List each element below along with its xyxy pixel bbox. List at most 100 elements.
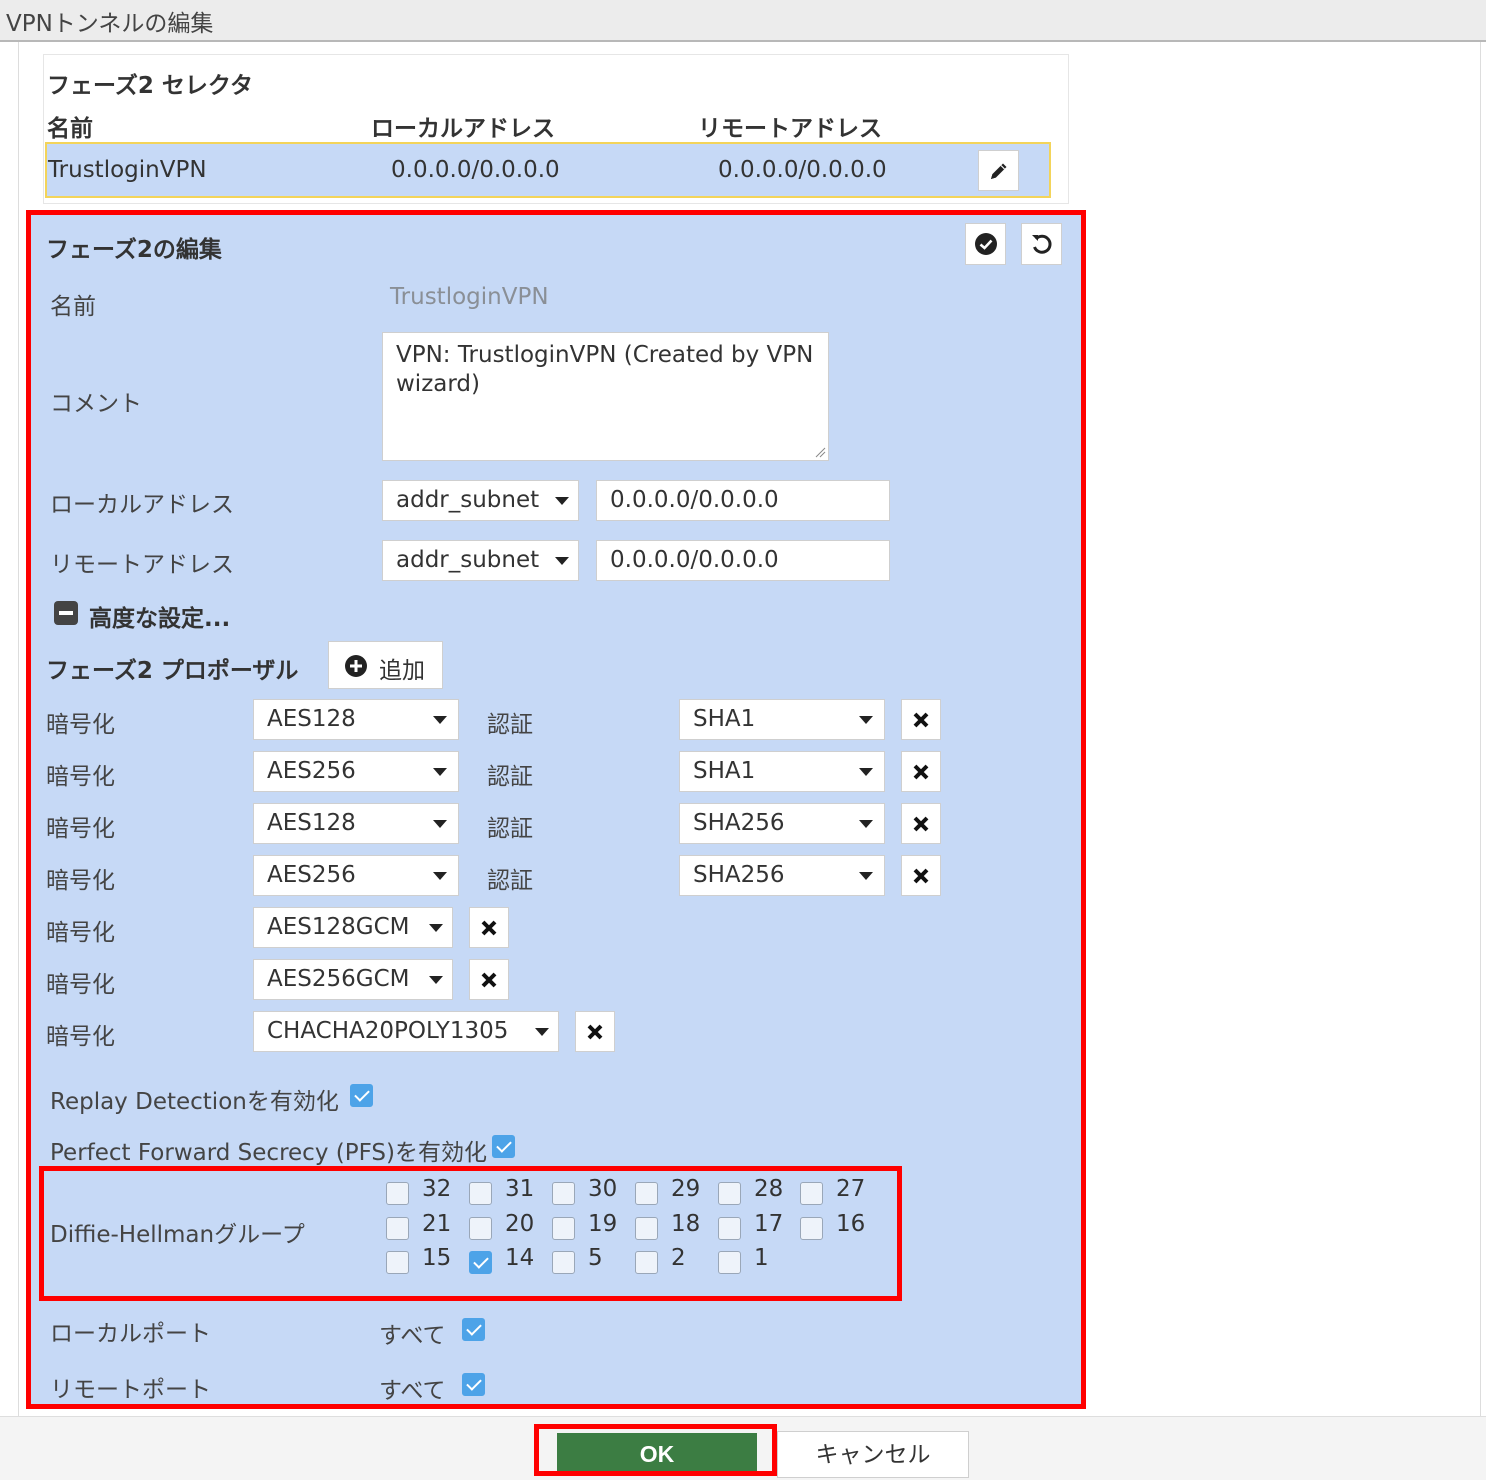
local-address-input[interactable]: 0.0.0.0/0.0.0.0 bbox=[596, 480, 890, 521]
remove-proposal-button[interactable] bbox=[469, 959, 509, 1000]
encryption-select[interactable]: AES256 bbox=[253, 855, 459, 896]
remove-proposal-button[interactable] bbox=[901, 803, 941, 844]
dh-group-checkbox-16[interactable] bbox=[800, 1217, 823, 1240]
remote-address-input[interactable]: 0.0.0.0/0.0.0.0 bbox=[596, 540, 890, 581]
dh-group-checkbox-15[interactable] bbox=[386, 1251, 409, 1274]
add-proposal-button[interactable]: 追加 bbox=[328, 641, 443, 689]
encryption-value: CHACHA20POLY1305 bbox=[267, 1018, 509, 1044]
encryption-label: 暗号化 bbox=[46, 764, 115, 790]
encryption-label: 暗号化 bbox=[46, 1024, 115, 1050]
ok-button[interactable]: OK bbox=[557, 1433, 757, 1475]
remote-port-all-checkbox[interactable] bbox=[462, 1373, 485, 1396]
authentication-select[interactable]: SHA256 bbox=[679, 855, 885, 896]
window-titlebar: VPNトンネルの編集 bbox=[0, 0, 1486, 42]
revert-button[interactable] bbox=[1021, 223, 1062, 265]
chevron-down-icon bbox=[859, 872, 873, 880]
apply-button[interactable] bbox=[965, 223, 1006, 265]
cancel-button[interactable]: キャンセル bbox=[777, 1431, 969, 1478]
chevron-down-icon bbox=[555, 557, 569, 565]
dh-group-checkbox-5[interactable] bbox=[552, 1251, 575, 1274]
chevron-down-icon bbox=[859, 716, 873, 724]
dh-group-checkbox-21[interactable] bbox=[386, 1217, 409, 1240]
chevron-down-icon bbox=[535, 1028, 549, 1036]
collapse-icon[interactable] bbox=[54, 601, 78, 625]
local-port-all-label: すべて bbox=[379, 1323, 446, 1349]
dh-group-number: 29 bbox=[671, 1176, 701, 1202]
phase2-proposal-label: フェーズ2 プロポーザル bbox=[46, 658, 299, 684]
encryption-select[interactable]: CHACHA20POLY1305 bbox=[253, 1011, 559, 1052]
column-header-name: 名前 bbox=[47, 116, 93, 142]
replay-detection-checkbox[interactable] bbox=[350, 1084, 373, 1107]
remove-proposal-button[interactable] bbox=[901, 751, 941, 792]
close-icon bbox=[913, 764, 929, 779]
resize-handle-icon[interactable] bbox=[814, 446, 826, 458]
edit-selector-button[interactable] bbox=[978, 150, 1019, 191]
encryption-select[interactable]: AES256 bbox=[253, 751, 459, 792]
dh-group-number: 14 bbox=[505, 1245, 535, 1271]
local-address-label: ローカルアドレス bbox=[50, 492, 234, 518]
encryption-value: AES128GCM bbox=[267, 914, 410, 940]
dh-group-checkbox-32[interactable] bbox=[386, 1182, 409, 1205]
plus-circle-icon bbox=[345, 655, 367, 677]
authentication-select[interactable]: SHA1 bbox=[679, 751, 885, 792]
authentication-select[interactable]: SHA256 bbox=[679, 803, 885, 844]
encryption-value: AES256 bbox=[267, 758, 356, 784]
authentication-label: 認証 bbox=[487, 764, 533, 790]
chevron-down-icon bbox=[859, 820, 873, 828]
remote-address-type-value: addr_subnet bbox=[396, 547, 540, 573]
dh-group-checkbox-1[interactable] bbox=[718, 1251, 741, 1274]
check-circle-icon bbox=[974, 233, 997, 255]
window-title: VPNトンネルの編集 bbox=[6, 11, 214, 37]
authentication-value: SHA1 bbox=[693, 758, 756, 784]
chevron-down-icon bbox=[859, 768, 873, 776]
dh-group-checkbox-31[interactable] bbox=[469, 1182, 492, 1205]
local-address-type-value: addr_subnet bbox=[396, 487, 540, 513]
advanced-settings-toggle[interactable]: 高度な設定... bbox=[89, 599, 230, 633]
phase2-selector-title: フェーズ2 セレクタ bbox=[47, 73, 253, 99]
comment-text: VPN: TrustloginVPN (Created by VPN wizar… bbox=[396, 342, 814, 397]
encryption-select[interactable]: AES256GCM bbox=[253, 959, 453, 1000]
encryption-select[interactable]: AES128 bbox=[253, 699, 459, 740]
encryption-value: AES128 bbox=[267, 706, 356, 732]
remove-proposal-button[interactable] bbox=[901, 855, 941, 896]
local-address-type-select[interactable]: addr_subnet bbox=[382, 480, 579, 521]
comment-textarea[interactable]: VPN: TrustloginVPN (Created by VPN wizar… bbox=[382, 332, 829, 461]
chevron-down-icon bbox=[429, 924, 443, 932]
comment-label: コメント bbox=[50, 391, 142, 417]
dh-group-checkbox-17[interactable] bbox=[718, 1217, 741, 1240]
dh-group-checkbox-20[interactable] bbox=[469, 1217, 492, 1240]
dh-group-checkbox-19[interactable] bbox=[552, 1217, 575, 1240]
local-port-all-checkbox[interactable] bbox=[462, 1318, 485, 1341]
dh-group-checkbox-2[interactable] bbox=[635, 1251, 658, 1274]
close-icon bbox=[913, 816, 929, 831]
pfs-checkbox[interactable] bbox=[492, 1135, 515, 1158]
remove-proposal-button[interactable] bbox=[469, 907, 509, 948]
remote-address-type-select[interactable]: addr_subnet bbox=[382, 540, 579, 581]
dh-group-checkbox-29[interactable] bbox=[635, 1182, 658, 1205]
dh-group-checkbox-18[interactable] bbox=[635, 1217, 658, 1240]
dh-group-number: 15 bbox=[422, 1245, 452, 1271]
authentication-label: 認証 bbox=[487, 868, 533, 894]
encryption-select[interactable]: AES128 bbox=[253, 803, 459, 844]
dh-group-checkbox-28[interactable] bbox=[718, 1182, 741, 1205]
pfs-label: Perfect Forward Secrecy (PFS)を有効化 bbox=[50, 1140, 487, 1166]
authentication-value: SHA1 bbox=[693, 706, 756, 732]
chevron-down-icon bbox=[429, 976, 443, 984]
remove-proposal-button[interactable] bbox=[901, 699, 941, 740]
dh-group-number: 2 bbox=[671, 1245, 686, 1271]
encryption-label: 暗号化 bbox=[46, 920, 115, 946]
authentication-select[interactable]: SHA1 bbox=[679, 699, 885, 740]
remote-port-label: リモートポート bbox=[50, 1377, 211, 1403]
dh-group-number: 27 bbox=[836, 1176, 866, 1202]
phase2-edit-title: フェーズ2の編集 bbox=[46, 237, 222, 263]
dh-group-checkbox-14[interactable] bbox=[469, 1251, 492, 1274]
remove-proposal-button[interactable] bbox=[575, 1011, 615, 1052]
dh-group-checkbox-27[interactable] bbox=[800, 1182, 823, 1205]
selector-row-local: 0.0.0.0/0.0.0.0 bbox=[391, 157, 560, 183]
encryption-select[interactable]: AES128GCM bbox=[253, 907, 453, 948]
encryption-label: 暗号化 bbox=[46, 816, 115, 842]
dh-group-checkbox-30[interactable] bbox=[552, 1182, 575, 1205]
authentication-value: SHA256 bbox=[693, 810, 785, 836]
pencil-icon bbox=[990, 163, 1006, 179]
authentication-label: 認証 bbox=[487, 712, 533, 738]
